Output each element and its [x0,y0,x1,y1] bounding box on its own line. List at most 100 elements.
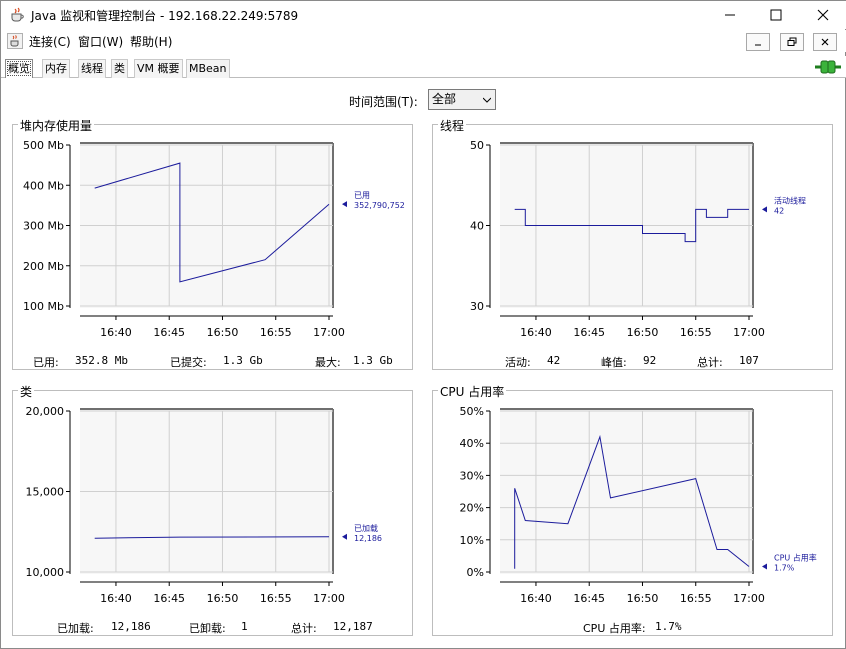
classes-y-tick-label: 10,000 [26,566,65,579]
menu-help[interactable]: 帮助(H) [130,33,172,50]
tab-mbean[interactable]: MBean [186,59,230,78]
threads-legend-value: 42 [774,206,784,215]
cpu-x-tick-label: 17:00 [733,592,765,605]
cpu-y-tick-label: 40% [460,437,484,450]
cpu-x-tick-label: 16:55 [680,592,712,605]
classes-x-tick-label: 17:00 [313,592,345,605]
heap-stat-committed-value: 1.3 Gb [223,354,263,367]
tab-vm-summary[interactable]: VM 概要 [134,59,183,78]
heap-x-tick-label: 16:40 [100,326,132,339]
classes-stat-loaded-label: 已加载: [57,622,94,635]
minimize-icon [755,44,761,46]
cpu-x-tick-label: 16:45 [573,592,605,605]
internal-frame-java-icon[interactable] [7,33,23,49]
threads-stat-live-label: 活动: [505,356,531,369]
title-bar[interactable]: Java 监视和管理控制台 - 192.168.22.249:5789 [1,1,846,29]
threads-y-tick-label: 30 [470,300,484,313]
tab-threads[interactable]: 线程 [78,59,106,78]
threads-y-tick-label: 50 [470,139,484,152]
tab-bar: 概览 内存 线程 类 VM 概要 MBean [1,56,846,78]
cpu-x-tick-label: 16:40 [520,592,552,605]
window-title: Java 监视和管理控制台 - 192.168.22.249:5789 [31,9,299,23]
heap-y-tick-label: 500 Mb [23,139,64,152]
menu-bar: 连接(C) 窗口(W) 帮助(H) [1,30,846,52]
cpu-stat-value: 1.7% [655,620,682,633]
heap-y-tick-label: 400 Mb [23,179,64,192]
jconsole-window: Java 监视和管理控制台 - 192.168.22.249:5789 连接(C… [0,0,846,649]
threads-panel[interactable]: 线程 16:40 16:45 16:50 16:55 17:00 50 40 30 活动线程 42… [432,117,833,370]
heap-panel[interactable]: 堆内存使用量 16:40 16:45 16:50 16:55 17:00 500 Mb 40… [12,117,413,370]
cpu-y-tick-label: 30% [460,469,484,482]
cpu-x-tick-label: 16:50 [627,592,659,605]
classes-stat-unloaded-value: 1 [241,620,248,633]
classes-x-tick-label: 16:55 [260,592,292,605]
cpu-legend-marker [762,563,767,570]
threads-stat-total-label: 总计: [697,356,723,369]
classes-y-tick-label: 20,000 [26,405,65,418]
classes-stat-total-value: 12,187 [333,620,373,633]
time-range-value: 全部 [432,92,457,106]
tab-overview[interactable]: 概览 [5,59,33,78]
heap-chart: 16:40 16:45 16:50 16:55 17:00 500 Mb 400 Mb 300… [23,139,405,339]
maximize-button[interactable] [753,1,799,29]
connection-status-icon [815,60,841,74]
menu-window[interactable]: 窗口(W) [78,33,123,50]
threads-x-tick-label: 16:55 [680,326,712,339]
classes-y-tick-label: 15,000 [26,486,65,499]
heap-stat-committed-label: 已提交: [170,356,207,369]
cpu-stat-label: CPU 占用率: [583,622,646,635]
inner-close-button[interactable] [813,33,837,51]
java-cup-icon [11,7,24,22]
heap-y-tick-label: 100 Mb [23,300,64,313]
threads-chart: 16:40 16:45 16:50 16:55 17:00 50 40 30 活动线程42 [470,139,806,339]
heap-y-tick-label: 300 Mb [23,220,64,233]
cpu-y-tick-label: 10% [460,534,484,547]
minimize-icon [725,14,735,16]
menu-connection[interactable]: 连接(C) [29,33,71,50]
threads-stat-total-value: 107 [739,354,759,367]
chevron-down-icon [483,97,491,103]
cpu-legend-value: 1.7% [774,564,795,573]
threads-x-tick-label: 16:50 [627,326,659,339]
threads-legend-name: 活动线程 [774,195,806,205]
heap-stat-used-label: 已用: [33,356,59,369]
classes-legend-marker [342,533,347,540]
classes-x-tick-label: 16:50 [207,592,239,605]
heap-x-tick-label: 17:00 [313,326,345,339]
cpu-legend-name: CPU 占用率 [774,553,817,563]
cpu-y-tick-label: 0% [467,566,484,579]
heap-legend-value: 352,790,752 [354,201,405,210]
tab-memory[interactable]: 内存 [42,59,70,78]
classes-legend-value: 12,186 [354,534,382,543]
minimize-button[interactable] [707,1,753,29]
heap-stat-max-value: 1.3 Gb [353,354,393,367]
classes-x-tick-label: 16:40 [100,592,132,605]
threads-stat-peak-label: 峰值: [601,356,627,369]
threads-y-tick-label: 40 [470,220,484,233]
classes-x-tick-label: 16:45 [153,592,185,605]
classes-stat-loaded-value: 12,186 [111,620,151,633]
threads-x-tick-label: 16:45 [573,326,605,339]
threads-stat-peak-value: 92 [643,354,657,367]
heap-legend-marker [342,201,347,208]
threads-legend-marker [762,206,767,213]
heap-stat-max-label: 最大: [315,356,341,369]
time-range-select[interactable]: 全部 [428,89,496,110]
classes-panel[interactable]: 类 16:40 16:45 16:50 16:55 17:00 20,000 15,000 1… [12,383,413,636]
cpu-y-tick-label: 50% [460,405,484,418]
heap-x-tick-label: 16:50 [207,326,239,339]
threads-x-tick-label: 17:00 [733,326,765,339]
classes-chart: 16:40 16:45 16:50 16:55 17:00 20,000 15,000 10,… [26,405,383,605]
close-icon [817,9,829,21]
tab-classes[interactable]: 类 [111,59,128,78]
inner-minimize-button[interactable] [746,33,770,51]
cpu-panel[interactable]: CPU 占用率 16:40 16:45 16:50 16:55 17:00 50% 40% 3… [432,383,833,636]
classes-stat-unloaded-label: 已卸载: [189,622,226,635]
inner-restore-button[interactable] [780,33,804,51]
maximize-icon [770,9,782,21]
heap-y-tick-label: 200 Mb [23,260,64,273]
time-range-label: 时间范围(T): [349,95,418,109]
cpu-plot-area [500,409,753,574]
classes-stat-total-label: 总计: [291,622,317,635]
close-button[interactable] [800,1,846,29]
